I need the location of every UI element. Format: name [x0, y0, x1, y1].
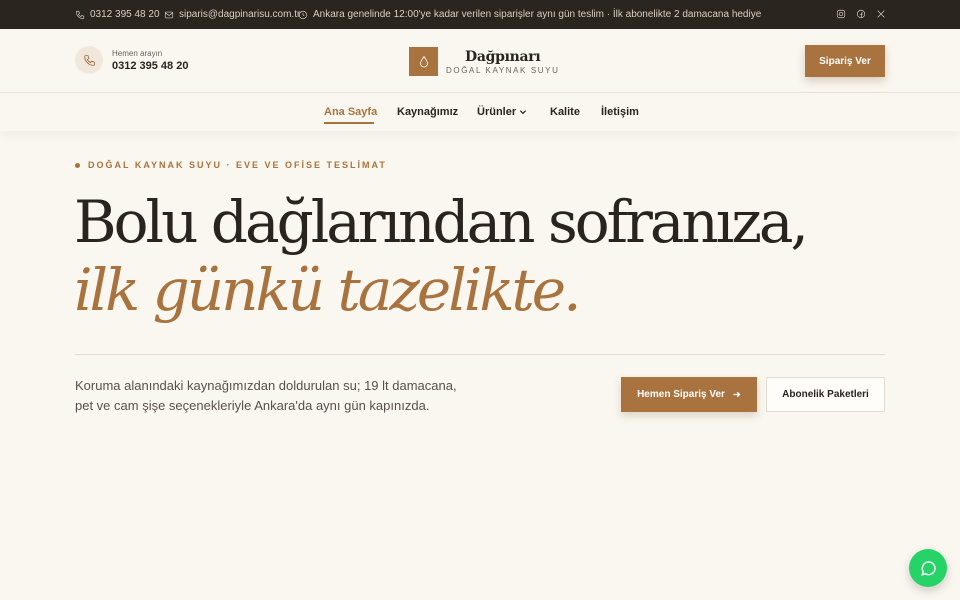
order-button[interactable]: Sipariş Ver: [805, 45, 885, 77]
logo-mark: [409, 47, 438, 76]
social-links: [836, 8, 886, 20]
main-nav: Ana Sayfa Kaynağımız Ürünler Kalite İlet…: [0, 94, 960, 131]
topbar-phone-text: 0312 395 48 20: [90, 9, 160, 20]
nav-active-indicator: [324, 122, 374, 124]
nav-item-source[interactable]: Kaynağımız: [397, 106, 458, 118]
mail-icon: [164, 11, 174, 18]
nav-item-contact[interactable]: İletişim: [601, 106, 639, 118]
subscription-packages-button[interactable]: Abonelik Paketleri: [766, 377, 885, 412]
clock-icon: [298, 10, 308, 19]
phone-circle: [75, 46, 103, 74]
whatsapp-button[interactable]: [909, 549, 947, 587]
instagram-icon[interactable]: [836, 8, 846, 20]
eyebrow-dot: [75, 162, 80, 168]
nav-item-quality[interactable]: Kalite: [550, 106, 580, 118]
nav-item-products[interactable]: Ürünler: [477, 106, 527, 118]
hero-title-line2: ilk günkü tazelikte.: [74, 256, 582, 324]
logo-name: Dağpınarı: [465, 48, 541, 65]
hero-lead: Koruma alanındaki kaynağımızdan doldurul…: [75, 378, 457, 413]
topbar-email[interactable]: siparis@dagpinarisu.com.tr: [164, 9, 300, 20]
call-phone: 0312 395 48 20: [112, 59, 189, 72]
chevron-down-icon: [520, 110, 527, 115]
facebook-icon[interactable]: [856, 8, 866, 20]
hero-title: Bolu dağlarından sofranıza, ilk günkü ta…: [74, 188, 809, 324]
call-block[interactable]: Hemen arayın 0312 395 48 20: [75, 46, 188, 74]
topbar-notice-text: Ankara genelinde 12:00'ye kadar verilen …: [313, 9, 762, 20]
hero-eyebrow: DOĞAL KAYNAK SUYU · EVE VE OFİSE TESLİMA…: [75, 160, 387, 170]
call-label: Hemen arayın: [112, 48, 163, 58]
x-icon[interactable]: [876, 8, 886, 20]
hero-eyebrow-text: DOĞAL KAYNAK SUYU · EVE VE OFİSE TESLİMA…: [88, 160, 387, 170]
arrow-right-icon: [733, 391, 741, 398]
topbar-phone[interactable]: 0312 395 48 20: [75, 9, 160, 20]
water-drop-icon: [419, 55, 428, 67]
whatsapp-icon: [920, 560, 936, 576]
phone-icon: [75, 10, 85, 19]
logo-tagline: DOĞAL KAYNAK SUYU: [446, 65, 560, 75]
top-bar: 0312 395 48 20 siparis@dagpinarisu.com.t…: [0, 0, 960, 29]
order-now-button[interactable]: Hemen Sipariş Ver: [621, 377, 757, 412]
hero-divider: [75, 354, 885, 355]
order-now-label: Hemen Sipariş Ver: [637, 389, 725, 400]
hero-title-line1: Bolu dağlarından sofranıza,: [74, 188, 809, 256]
topbar-notice: Ankara genelinde 12:00'ye kadar verilen …: [298, 9, 761, 20]
topbar-email-text: siparis@dagpinarisu.com.tr: [179, 9, 301, 20]
nav-item-products-label: Ürünler: [477, 106, 517, 118]
phone-icon: [83, 54, 95, 66]
nav-item-home[interactable]: Ana Sayfa: [324, 106, 377, 118]
site-header: Hemen arayın 0312 395 48 20 Dağpınarı DO…: [0, 29, 960, 93]
site-logo[interactable]: Dağpınarı DOĞAL KAYNAK SUYU: [409, 47, 559, 76]
